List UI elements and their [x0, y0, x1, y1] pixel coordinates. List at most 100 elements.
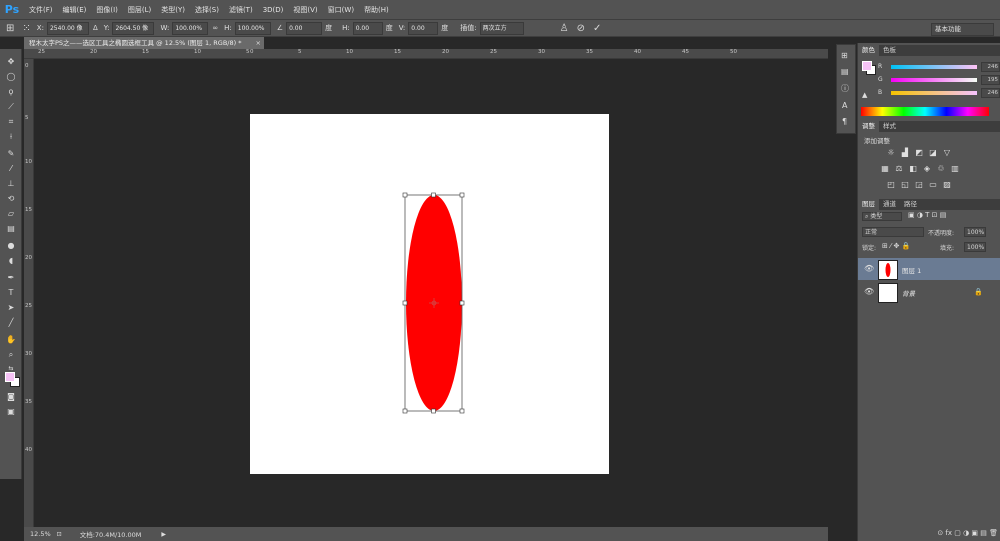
levels-icon[interactable]: ▟ [900, 149, 910, 157]
commit-transform-icon[interactable]: ✓ [593, 23, 601, 34]
blur-icon[interactable]: ● [4, 239, 18, 252]
blue-slider[interactable]: B 246 [878, 88, 1000, 98]
channel-mixer-icon[interactable]: ♲ [936, 165, 946, 173]
properties-icon[interactable]: ▤ [841, 67, 849, 76]
eye-icon[interactable]: 👁 [864, 264, 874, 273]
type-tool-icon[interactable]: T [4, 286, 18, 299]
filter-icons[interactable]: ▣ ◑ T ⊡ ▤ [908, 211, 946, 219]
zoom-level[interactable]: 12.5% [30, 530, 51, 538]
black-white-icon[interactable]: ◧ [908, 165, 918, 173]
transform-handle[interactable] [402, 192, 408, 198]
transform-overlay[interactable] [400, 190, 468, 416]
menu-file[interactable]: 文件(F) [24, 5, 58, 15]
interp-select[interactable]: 两次立方 [479, 21, 524, 35]
transform-handle[interactable] [459, 408, 465, 414]
color-balance-icon[interactable]: ⚖ [894, 165, 904, 173]
menu-layer[interactable]: 图层(L) [123, 5, 156, 15]
slider-track[interactable] [891, 78, 977, 82]
move-tool-icon[interactable]: ✥ [4, 55, 18, 68]
tab-channels[interactable]: 通道 [879, 199, 900, 210]
workspace-select[interactable]: 基本功能 [931, 23, 994, 36]
history-icon[interactable]: ⊞ [841, 51, 848, 60]
menu-type[interactable]: 类型(Y) [156, 5, 190, 15]
healing-brush-icon[interactable]: ✎ [4, 147, 18, 160]
warp-icon[interactable]: ♙ [560, 23, 569, 34]
selective-color-icon[interactable]: ▨ [942, 181, 952, 189]
y-field[interactable]: 2604.50 像 [112, 21, 155, 35]
foreground-color-swatch[interactable] [5, 372, 15, 382]
vibrance-icon[interactable]: ▽ [942, 149, 952, 157]
brush-icon[interactable]: ⁄ [4, 162, 18, 175]
menu-select[interactable]: 选择(S) [190, 5, 224, 15]
close-tab-icon[interactable]: × [256, 37, 261, 49]
delta-icon[interactable]: Δ [93, 24, 98, 32]
clone-stamp-icon[interactable]: ⊥ [4, 177, 18, 190]
slider-track[interactable] [891, 91, 977, 95]
menu-3d[interactable]: 3D(D) [258, 6, 289, 14]
character-icon[interactable]: A [842, 101, 847, 110]
threshold-icon[interactable]: ◲ [914, 181, 924, 189]
tab-color[interactable]: 颜色 [858, 45, 879, 56]
panel-foreground-swatch[interactable] [862, 61, 872, 71]
w-field[interactable]: 100.00% [172, 21, 209, 35]
quick-mask-icon[interactable]: ◙ [4, 390, 18, 403]
green-slider[interactable]: G 195 [878, 75, 1000, 85]
x-field[interactable]: 2540.00 像 [46, 21, 89, 35]
tab-swatches[interactable]: 色板 [879, 45, 900, 56]
tab-paths[interactable]: 路径 [900, 199, 921, 210]
channel-value[interactable]: 195 [981, 75, 1000, 85]
pen-icon[interactable]: ✒ [4, 271, 18, 284]
photo-filter-icon[interactable]: ◈ [922, 165, 932, 173]
dodge-icon[interactable]: ◖ [4, 254, 18, 267]
vskew-field[interactable]: 0.00 [408, 21, 439, 35]
invert-icon[interactable]: ◰ [886, 181, 896, 189]
menu-help[interactable]: 帮助(H) [359, 5, 394, 15]
paragraph-icon[interactable]: ¶ [842, 117, 847, 126]
layer-filter-select[interactable]: ⌕ 类型 [862, 212, 902, 221]
transform-handle[interactable] [459, 192, 465, 198]
red-slider[interactable]: R 246 [878, 62, 1000, 72]
eye-icon[interactable]: 👁 [864, 287, 874, 296]
layer-row[interactable]: 👁 图层 1 [858, 258, 1000, 280]
slider-track[interactable] [891, 65, 977, 69]
menu-view[interactable]: 视图(V) [288, 5, 322, 15]
color-spectrum[interactable] [861, 107, 989, 116]
menu-edit[interactable]: 编辑(E) [58, 5, 92, 15]
elliptical-marquee-icon[interactable]: ◯ [4, 70, 18, 83]
cancel-transform-icon[interactable]: ⊘ [577, 23, 585, 34]
warning-icon[interactable]: ▲ [862, 91, 867, 99]
transform-handle[interactable] [402, 300, 408, 306]
crop-icon[interactable]: ⌗ [4, 115, 18, 128]
brightness-icon[interactable]: ☼ [886, 149, 896, 157]
curves-icon[interactable]: ◩ [914, 149, 924, 157]
layer-row[interactable]: 👁 背景 🔒 [858, 281, 1000, 303]
channel-value[interactable]: 246 [981, 62, 1000, 72]
transform-handle[interactable] [402, 408, 408, 414]
zoom-icon[interactable]: ⌕ [4, 348, 18, 361]
fill-field[interactable]: 100% [964, 242, 986, 252]
path-select-icon[interactable]: ➤ [4, 301, 18, 314]
screen-mode-icon[interactable]: ▣ [4, 405, 18, 418]
opacity-field[interactable]: 100% [964, 227, 986, 237]
eraser-icon[interactable]: ▱ [4, 207, 18, 220]
gradient-map-icon[interactable]: ▭ [928, 181, 938, 189]
tab-layers[interactable]: 图层 [858, 199, 879, 210]
gradient-icon[interactable]: ▤ [4, 222, 18, 235]
hskew-field[interactable]: 0.00 [352, 21, 383, 35]
h-field[interactable]: 100.00% [234, 21, 271, 35]
tab-adjustments[interactable]: 调整 [858, 121, 879, 132]
menu-filter[interactable]: 滤镜(T) [224, 5, 258, 15]
tab-styles[interactable]: 样式 [879, 121, 900, 132]
lasso-icon[interactable]: ϙ [4, 85, 18, 98]
layer-name[interactable]: 背景 [902, 288, 915, 298]
hue-saturation-icon[interactable]: ▦ [880, 165, 890, 173]
menu-image[interactable]: 图像(I) [91, 5, 123, 15]
info-icon[interactable]: ⓘ [841, 83, 849, 94]
link-icon[interactable]: ∞ [212, 24, 218, 32]
hand-icon[interactable]: ✋ [4, 333, 18, 346]
posterize-icon[interactable]: ◱ [900, 181, 910, 189]
angle-field[interactable]: 0.00 [286, 21, 323, 35]
exposure-icon[interactable]: ◪ [928, 149, 938, 157]
history-brush-icon[interactable]: ⟲ [4, 192, 18, 205]
status-menu-arrow-icon[interactable]: ▶ [161, 531, 166, 538]
